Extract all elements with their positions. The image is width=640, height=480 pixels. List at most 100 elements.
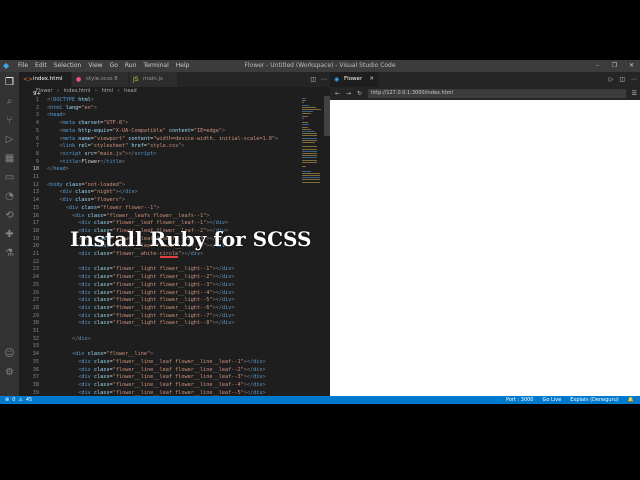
minimap-line bbox=[302, 122, 309, 124]
maximize-button[interactable]: ❐ bbox=[606, 60, 623, 72]
close-icon[interactable]: ✕ bbox=[369, 72, 374, 87]
code-token: > bbox=[156, 204, 160, 211]
warning-icon: ⚠ bbox=[18, 397, 23, 403]
breadcrumb-html[interactable]: html bbox=[102, 88, 113, 94]
code-token: div bbox=[81, 312, 91, 319]
code-token: > bbox=[262, 389, 266, 396]
code-token: div bbox=[81, 320, 91, 327]
run-icon[interactable]: ▷ bbox=[609, 72, 614, 87]
code-token: > bbox=[275, 135, 279, 142]
code-token: ></ bbox=[212, 312, 222, 319]
minimize-button[interactable]: – bbox=[589, 60, 606, 72]
code-token: class bbox=[90, 366, 110, 373]
activity-bar: ❐ ⌕ ⑂ ▷ ▦ ▭ ◔ ⟲ ✚ ⚗ ☺ ⚙ bbox=[0, 72, 19, 396]
code-token: class bbox=[72, 197, 91, 204]
problems-indicator[interactable]: ⊗ 0 ⚠ 45 bbox=[5, 396, 32, 404]
code-token: class bbox=[90, 289, 110, 296]
breadcrumb-file[interactable]: index.html bbox=[64, 88, 91, 94]
code-token: src bbox=[81, 150, 94, 157]
edge-tools-icon[interactable]: ◔ bbox=[4, 191, 15, 202]
code-token: div bbox=[221, 289, 232, 296]
source-control-icon[interactable]: ⑂ bbox=[4, 115, 15, 126]
minimap-line bbox=[302, 170, 311, 172]
browser-menu-icon[interactable]: ☰ bbox=[632, 87, 637, 100]
extensions-icon[interactable]: ▦ bbox=[4, 153, 15, 164]
code-token: href bbox=[128, 143, 144, 150]
breadcrumb-head[interactable]: head bbox=[124, 88, 136, 94]
browser-nav-bar: ← → ↻ http://127.0.0.1:3000/index.html ☰ bbox=[330, 87, 640, 100]
tab-main-js[interactable]: JS main.js bbox=[129, 72, 177, 87]
code-token: div bbox=[253, 389, 263, 396]
code-token: name bbox=[75, 135, 91, 142]
browser-page-content[interactable] bbox=[330, 100, 640, 396]
minimap-line bbox=[302, 117, 304, 119]
back-arrow-icon[interactable]: ← bbox=[335, 87, 340, 100]
remote-explorer-icon[interactable]: ▭ bbox=[4, 172, 15, 183]
code-token: class bbox=[90, 266, 110, 273]
code-token: > bbox=[206, 212, 210, 219]
code-token: class bbox=[90, 389, 110, 396]
browser-tab-bar: ◉ Flower ✕ ▷ ◫ ⋯ bbox=[330, 72, 640, 87]
refresh-icon[interactable]: ↻ bbox=[357, 87, 362, 100]
code-token: > bbox=[122, 158, 126, 165]
explain-status[interactable]: Explain (Deneguru) bbox=[570, 396, 619, 404]
minimap-line bbox=[302, 111, 313, 113]
account-icon[interactable]: ☺ bbox=[4, 348, 15, 359]
squiggle-underline bbox=[160, 256, 178, 258]
code-token: "flower__light flower__light--1" bbox=[112, 266, 213, 273]
split-editor-icon[interactable]: ◫ bbox=[310, 72, 316, 87]
minimap-line bbox=[302, 146, 317, 148]
minimap-line bbox=[302, 113, 311, 115]
notifications-bell-icon[interactable]: 🔔 bbox=[628, 396, 634, 404]
code-token: div bbox=[81, 389, 91, 396]
explorer-icon[interactable]: ❐ bbox=[4, 77, 15, 88]
split-editor-icon[interactable]: ◫ bbox=[619, 72, 625, 87]
code-token: div bbox=[75, 212, 85, 219]
live-share-icon[interactable]: ⟲ bbox=[4, 210, 15, 221]
port-status[interactable]: Port : 3000 bbox=[506, 396, 534, 404]
go-live-button[interactable]: Go Live bbox=[542, 396, 561, 404]
code-line[interactable]: 39 <div class="flower__line__leaf flower… bbox=[19, 389, 309, 396]
code-token: class bbox=[78, 204, 97, 211]
tab-style-scss[interactable]: ● style.scss 8 bbox=[72, 72, 128, 87]
code-token: script bbox=[62, 150, 82, 157]
code-token: ></ bbox=[212, 304, 222, 311]
code-token: div bbox=[81, 266, 91, 273]
search-icon[interactable]: ⌕ bbox=[4, 96, 15, 107]
error-count: 0 bbox=[12, 397, 16, 403]
code-token: > bbox=[231, 297, 235, 304]
code-token: "flower__line__leaf flower__line__leaf--… bbox=[112, 358, 244, 365]
testing-icon[interactable]: ⚗ bbox=[4, 248, 15, 259]
tab-flower-preview[interactable]: ◉ Flower ✕ bbox=[330, 72, 378, 87]
close-window-button[interactable]: ✕ bbox=[623, 60, 640, 72]
minimap-line bbox=[302, 135, 317, 137]
url-input[interactable]: http://127.0.0.1:3000/index.html bbox=[368, 89, 626, 98]
breadcrumb-folder[interactable]: Flower bbox=[36, 88, 53, 94]
code-token: "main.js" bbox=[97, 150, 126, 157]
minimap-line bbox=[302, 179, 320, 181]
minimap-line bbox=[302, 109, 321, 110]
more-actions-icon[interactable]: ⋯ bbox=[321, 72, 327, 87]
minimap-line bbox=[302, 157, 317, 159]
tab-index-html[interactable]: <> index.html 9+ bbox=[19, 72, 71, 97]
minimap-line bbox=[302, 100, 306, 102]
code-token: meta bbox=[62, 127, 76, 134]
python-icon[interactable]: ✚ bbox=[4, 229, 15, 240]
settings-gear-icon[interactable]: ⚙ bbox=[4, 367, 15, 378]
forward-arrow-icon[interactable]: → bbox=[346, 87, 351, 100]
code-token: > bbox=[125, 120, 129, 127]
code-token: > bbox=[262, 358, 266, 365]
sass-file-icon: ● bbox=[76, 76, 82, 83]
more-actions-icon[interactable]: ⋯ bbox=[631, 72, 637, 87]
code-token: div bbox=[221, 312, 232, 319]
run-debug-icon[interactable]: ▷ bbox=[4, 134, 15, 145]
code-token: "flower__line__leaf flower__line__leaf--… bbox=[112, 381, 244, 388]
code-token: class bbox=[90, 281, 110, 288]
code-token: meta bbox=[62, 135, 76, 142]
